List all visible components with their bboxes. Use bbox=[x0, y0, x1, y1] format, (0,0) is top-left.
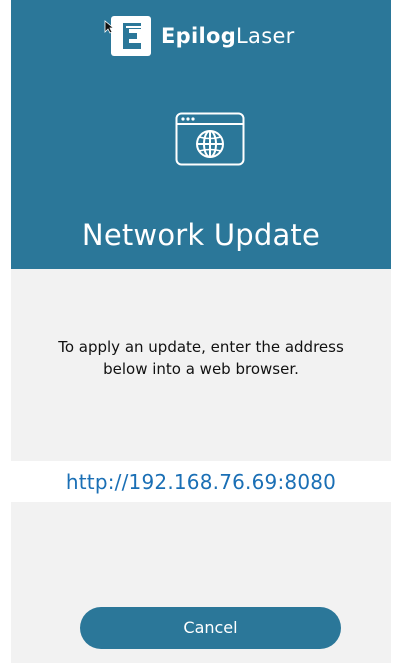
update-instructions: To apply an update, enter the address be… bbox=[58, 338, 344, 378]
address-band: http://192.168.76.69:8080 bbox=[11, 461, 391, 502]
header-banner: Epilog Laser Network Update bbox=[11, 0, 391, 269]
epilog-logo-mark-icon bbox=[111, 16, 151, 56]
epilog-laser-logo: Epilog Laser bbox=[111, 16, 295, 56]
update-address-link: http://192.168.76.69:8080 bbox=[65, 470, 337, 494]
logo-brand-bold: Epilog bbox=[161, 24, 237, 48]
network-update-screen: Epilog Laser Network Update To apply an u… bbox=[11, 0, 391, 663]
logo-brand-light: Laser bbox=[236, 24, 295, 48]
browser-globe-icon bbox=[175, 112, 245, 166]
mouse-pointer-icon bbox=[104, 20, 114, 34]
cancel-button[interactable]: Cancel bbox=[80, 607, 341, 649]
page-title: Network Update bbox=[81, 218, 321, 252]
